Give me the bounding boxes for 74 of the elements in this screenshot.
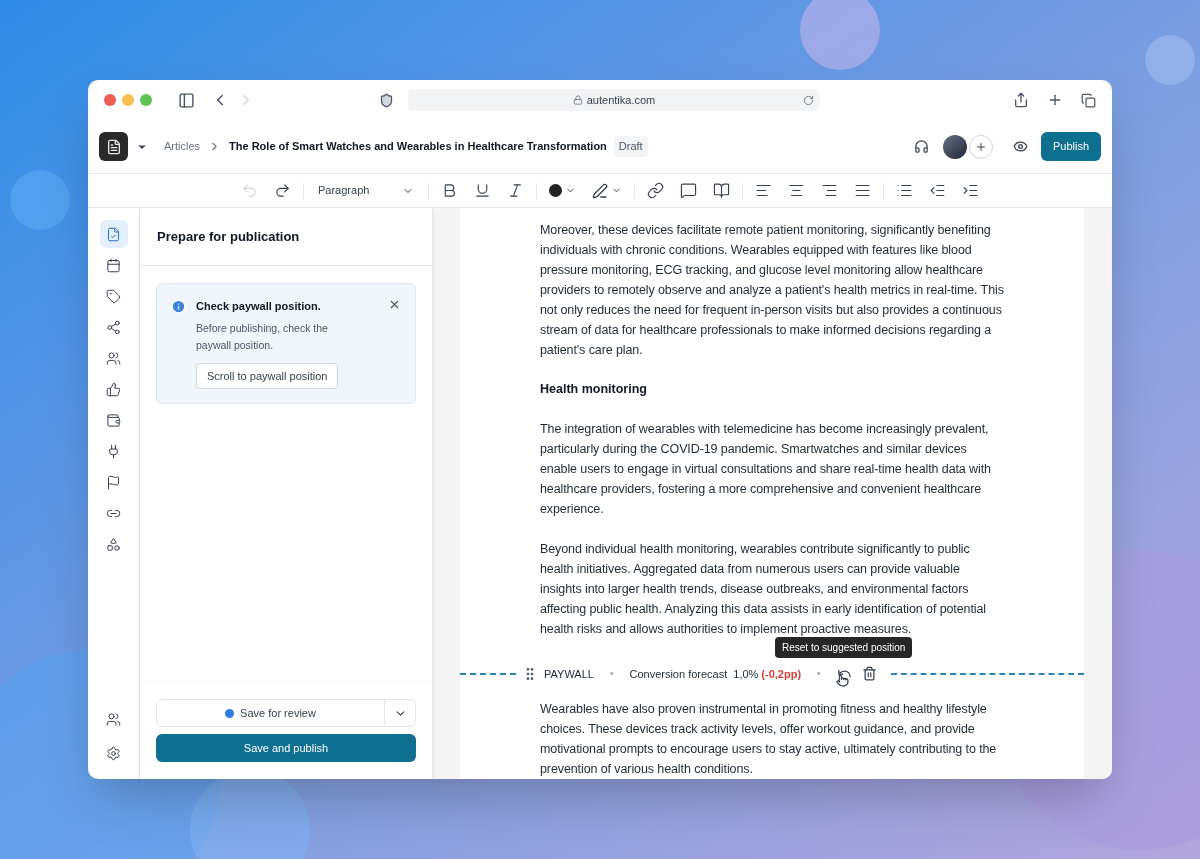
comment-icon — [680, 182, 697, 199]
info-icon — [171, 299, 186, 314]
publish-button[interactable]: Publish — [1040, 132, 1101, 161]
section-heading: Health monitoring — [539, 381, 648, 398]
close-icon[interactable] — [388, 298, 401, 311]
sidebar-icon[interactable] — [178, 91, 195, 109]
forecast-value: 1,0% — [733, 666, 759, 682]
outdent-icon — [929, 182, 946, 199]
plug-icon — [106, 443, 121, 459]
tooltip: Reset to suggested position — [775, 636, 913, 658]
italic-icon — [507, 182, 524, 199]
sidebar-tab[interactable] — [99, 220, 128, 248]
justify-icon — [854, 182, 871, 199]
color-swatch — [549, 184, 562, 197]
shapes-icon — [106, 536, 121, 552]
preview-icon[interactable] — [1012, 139, 1028, 154]
notice-title: Check paywall position. — [196, 299, 322, 314]
paragraph: The integration of wearables with telemedicine has become increasingly prevalent, particularly during the COVID-19 pandemic. Smartwatches and similar devices enable users to engage in virtual consultations and share real-time health data with healthcare providers, fostering a more comprehensive and convenient healthcare experience. — [539, 420, 992, 518]
block-style-dropdown[interactable]: Paragraph — [312, 182, 420, 199]
separator-dot: • — [817, 667, 821, 682]
shield-icon[interactable] — [379, 92, 394, 108]
save-for-review-split-button[interactable]: Save for review — [156, 699, 416, 727]
redo-icon — [274, 182, 291, 199]
lock-icon — [572, 95, 583, 105]
plus-icon — [974, 140, 987, 153]
avatar[interactable] — [942, 134, 967, 159]
delete-button[interactable] — [861, 666, 877, 682]
paragraph: Moreover, these devices facilitate remote patient monitoring, significantly benefiting individuals with chronic conditions. Wearables equipped with features like blood pressure monitoring, ECG tracking, and glucose level monitoring allow healthcare providers to remotely observe and analyze a patient's health metrics in real-time. This not only reduces the need for frequent in-person visits but also provides a continuous stream of data for healthcare professionals to make informed decisions regarding a patient's care plan. — [539, 222, 1005, 359]
bullet-list-icon — [896, 182, 913, 199]
document-icon — [105, 138, 122, 155]
align-center-icon — [788, 182, 805, 199]
users-icon — [106, 350, 121, 366]
share-icon[interactable] — [1013, 92, 1029, 108]
link-icon — [647, 182, 664, 199]
new-tab-icon[interactable] — [1047, 92, 1063, 108]
forecast-label: Conversion forecast — [629, 666, 728, 682]
status-badge: Draft — [613, 136, 648, 157]
trash-icon — [861, 666, 877, 682]
save-and-publish-button[interactable]: Save and publish — [156, 734, 416, 762]
scroll-to-paywall-button[interactable]: Scroll to paywall position — [196, 362, 339, 389]
paragraph: Beyond individual health monitoring, wearables contribute significantly to public health initiatives. Aggregated data from numerous users can provide valuable insights into larger health trends, disease outbreaks, and environmental factors affecting public health. Analyzing this data assists in early identification of potential health risks and allows authorities to implement proactive measures. — [539, 540, 987, 638]
article-title: The Role of Smart Watches and Wearables in Healthcare Transformation — [229, 139, 607, 155]
underline-icon — [474, 182, 491, 199]
paragraph: Wearables have also proven instrumental in promoting fitness and healthy lifestyle choices. These devices track activity levels, offer workout guidance, and provide motivational prompts to encourage users to stay active, ultimately contributing to the prevention of various health conditions. — [539, 700, 998, 778]
tabs-icon[interactable] — [1081, 92, 1096, 108]
save-for-review-button[interactable]: Save for review — [157, 700, 384, 726]
reload-icon[interactable] — [803, 94, 814, 106]
pen-icon — [592, 182, 608, 199]
headphones-icon[interactable] — [913, 139, 929, 154]
panel-title: Prepare for publication — [157, 227, 300, 246]
breadcrumb-link[interactable]: Articles — [164, 138, 201, 155]
document-check-icon — [106, 226, 121, 242]
users-icon — [106, 711, 121, 727]
forecast-change: (-0,2pp) — [761, 666, 802, 682]
notice-text: Before publishing, check the paywall position. — [196, 320, 329, 353]
thumbs-up-icon — [106, 381, 121, 397]
url-text: autentika.com — [586, 92, 656, 108]
align-right-icon — [821, 182, 838, 199]
pointer-icon — [836, 673, 849, 687]
app-logo[interactable] — [99, 132, 128, 161]
close-window-control[interactable] — [104, 94, 116, 106]
calendar-icon — [106, 257, 121, 273]
undo-icon — [241, 182, 258, 199]
address-bar[interactable]: autentika.com — [408, 89, 820, 111]
flag-icon — [106, 474, 121, 490]
share-icon — [106, 319, 121, 335]
book-icon — [713, 182, 730, 199]
align-left-icon — [755, 182, 772, 199]
wallet-icon — [106, 412, 121, 428]
settings-icon — [106, 745, 121, 761]
tag-icon — [106, 288, 121, 304]
separator-dot: • — [609, 667, 614, 682]
indent-icon — [962, 182, 979, 199]
paywall-label: PAYWALL — [544, 666, 594, 682]
